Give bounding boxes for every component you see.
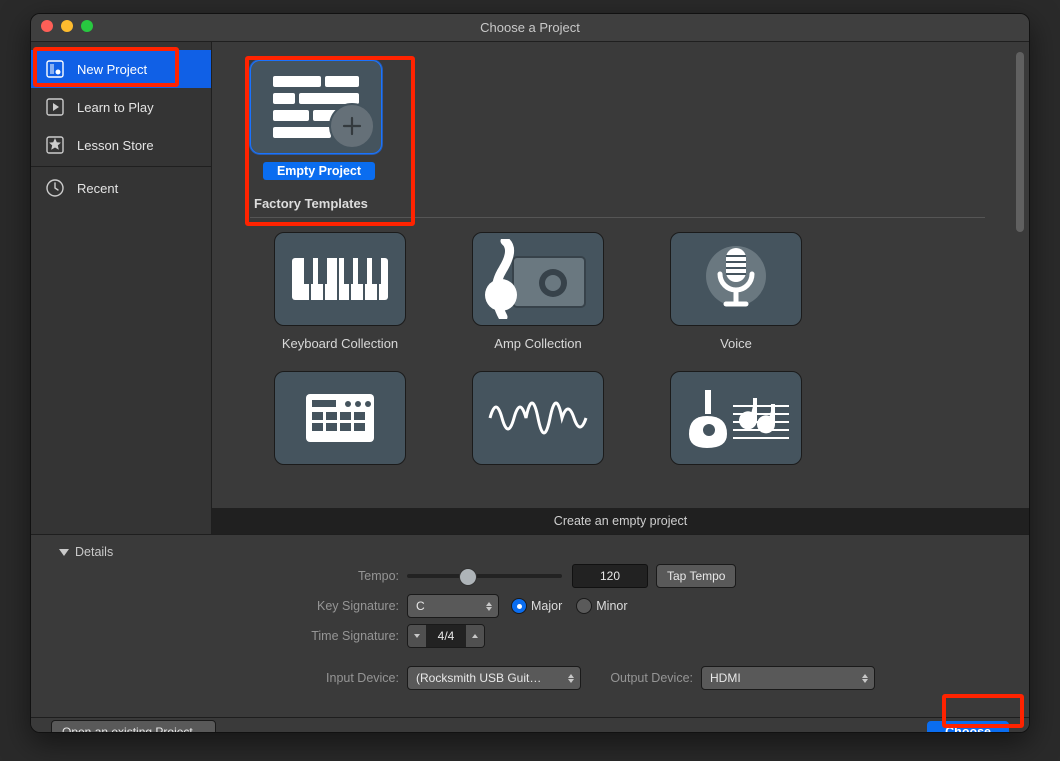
disclosure-triangle-icon xyxy=(59,549,69,556)
window-title: Choose a Project xyxy=(31,20,1029,35)
tap-tempo-button[interactable]: Tap Tempo xyxy=(656,564,736,588)
minimize-icon[interactable] xyxy=(61,20,73,32)
template-keyboard-collection[interactable] xyxy=(274,232,406,326)
output-device-label: Output Device: xyxy=(581,671,701,685)
project-chooser-window: Choose a Project New Project Learn to Pl… xyxy=(30,13,1030,733)
sidebar: New Project Learn to Play Lesson Store R xyxy=(31,42,212,534)
key-signature-label: Key Signature: xyxy=(59,599,407,613)
slider-thumb[interactable] xyxy=(459,568,477,586)
titlebar: Choose a Project xyxy=(31,14,1029,42)
learn-to-play-icon xyxy=(45,97,65,117)
window-controls xyxy=(41,20,93,32)
waveform-icon xyxy=(488,393,588,443)
recent-icon xyxy=(45,178,65,198)
template-voice[interactable] xyxy=(670,232,802,326)
template-songwriter[interactable] xyxy=(670,371,802,465)
tempo-field[interactable]: 120 xyxy=(572,564,648,588)
template-description: Create an empty project xyxy=(212,508,1029,534)
stepper-down[interactable] xyxy=(408,625,426,647)
details-toggle[interactable]: Details xyxy=(59,545,1001,559)
section-header-factory-templates: Factory Templates xyxy=(250,190,985,218)
tempo-slider[interactable] xyxy=(407,574,562,578)
template-hiphop[interactable] xyxy=(274,371,406,465)
template-empty-project[interactable] xyxy=(250,60,382,154)
details-label: Details xyxy=(75,545,113,559)
scale-minor-label: Minor xyxy=(596,599,627,613)
scrollbar[interactable] xyxy=(1016,52,1024,232)
sidebar-item-learn-to-play[interactable]: Learn to Play xyxy=(31,88,211,126)
new-project-icon xyxy=(45,59,65,79)
acoustic-guitar-icon xyxy=(681,388,791,448)
sidebar-item-label: Lesson Store xyxy=(77,138,154,153)
open-existing-button[interactable]: Open an existing Project… xyxy=(51,720,216,733)
chevron-updown-icon xyxy=(862,674,868,683)
sidebar-item-new-project[interactable]: New Project xyxy=(31,50,211,88)
template-electronic[interactable] xyxy=(472,371,604,465)
template-label: Keyboard Collection xyxy=(282,336,398,351)
keyboard-icon xyxy=(290,248,390,310)
scale-major-label: Major xyxy=(531,599,562,613)
guitar-amp-icon xyxy=(483,239,593,319)
sidebar-item-label: New Project xyxy=(77,62,147,77)
sidebar-item-recent[interactable]: Recent xyxy=(31,169,211,207)
sidebar-item-label: Learn to Play xyxy=(77,100,154,115)
time-signature-stepper[interactable]: 4/4 xyxy=(407,624,485,648)
template-label-selected: Empty Project xyxy=(263,162,375,180)
key-signature-select[interactable]: C xyxy=(407,594,499,618)
scale-major-radio[interactable] xyxy=(511,598,527,614)
time-signature-label: Time Signature: xyxy=(59,629,407,643)
output-device-select[interactable]: HDMI xyxy=(701,666,875,690)
details-pane: Details Tempo: 120 Tap Tempo Key Signatu… xyxy=(31,534,1029,717)
close-icon[interactable] xyxy=(41,20,53,32)
footer: Open an existing Project… Choose xyxy=(31,717,1029,733)
stepper-up[interactable] xyxy=(466,625,484,647)
input-device-select[interactable]: (Rocksmith USB Guit… xyxy=(407,666,581,690)
choose-button[interactable]: Choose xyxy=(927,721,1009,733)
chevron-updown-icon xyxy=(568,674,574,683)
sidebar-item-label: Recent xyxy=(77,181,118,196)
input-device-label: Input Device: xyxy=(59,671,407,685)
template-browser: Empty Project Factory Templates xyxy=(212,42,1029,534)
drum-machine-icon xyxy=(300,390,380,446)
maximize-icon[interactable] xyxy=(81,20,93,32)
scale-minor-radio[interactable] xyxy=(576,598,592,614)
microphone-icon xyxy=(696,242,776,316)
template-label: Amp Collection xyxy=(494,336,581,351)
lesson-store-icon xyxy=(45,135,65,155)
plus-icon xyxy=(329,103,375,149)
tempo-label: Tempo: xyxy=(59,569,407,583)
sidebar-item-lesson-store[interactable]: Lesson Store xyxy=(31,126,211,164)
template-amp-collection[interactable] xyxy=(472,232,604,326)
chevron-updown-icon xyxy=(486,602,492,611)
template-label: Voice xyxy=(720,336,752,351)
